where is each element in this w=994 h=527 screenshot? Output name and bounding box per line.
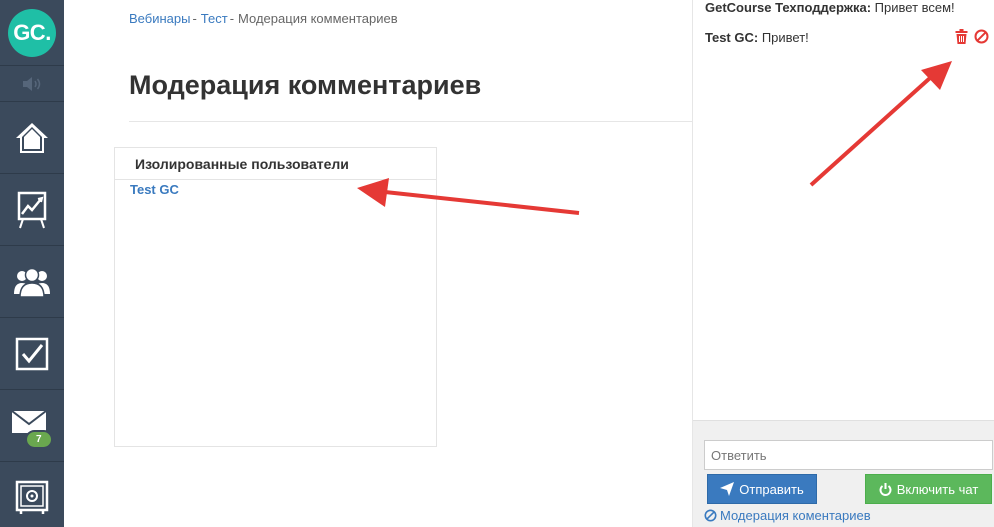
send-button[interactable]: Отправить xyxy=(707,474,817,504)
isolated-users-panel: Изолированные пользователи Test GC xyxy=(114,147,437,447)
logo[interactable]: GC. xyxy=(8,8,56,57)
chat-panel: GetCourse Техподдержка: Привет всем! Tes… xyxy=(692,0,994,527)
message-text: Привет! xyxy=(758,30,809,45)
users-icon xyxy=(14,267,50,298)
power-icon xyxy=(879,482,892,496)
moderation-link[interactable]: Модерация коментариев xyxy=(704,508,871,523)
chat-message: Test GC: Привет! xyxy=(705,30,809,45)
reply-input[interactable] xyxy=(704,440,993,470)
tasks-icon xyxy=(15,337,49,370)
ban-icon[interactable] xyxy=(974,29,989,44)
breadcrumb-separator: - xyxy=(229,11,235,26)
enable-chat-label: Включить чат xyxy=(896,481,979,497)
sidebar-item-home[interactable] xyxy=(0,102,64,174)
sidebar-item-stats[interactable] xyxy=(0,174,64,246)
send-button-label: Отправить xyxy=(739,481,804,497)
message-author: GetCourse Техподдержка: xyxy=(705,0,872,15)
message-author: Test GC: xyxy=(705,30,759,45)
message-actions xyxy=(955,29,989,44)
panel-header: Изолированные пользователи xyxy=(115,148,436,180)
message-text: Привет всем! xyxy=(871,0,955,15)
ban-icon xyxy=(704,509,717,522)
safe-icon xyxy=(15,480,49,514)
breadcrumb-webinars[interactable]: Вебинары xyxy=(129,11,190,26)
breadcrumb-separator: - xyxy=(192,11,197,26)
title-divider xyxy=(129,121,692,122)
paper-plane-icon xyxy=(720,482,735,496)
speaker-icon xyxy=(23,76,41,91)
page-title: Модерация комментариев xyxy=(129,70,482,100)
sidebar-item-mail[interactable]: 7 xyxy=(0,390,64,462)
chat-message: GetCourse Техподдержка: Привет всем! xyxy=(705,0,955,15)
sound-toggle[interactable] xyxy=(0,66,64,102)
sidebar-item-safe[interactable] xyxy=(0,462,64,527)
sidebar: GC. 7 xyxy=(0,0,64,527)
mail-count-badge: 7 xyxy=(25,430,53,449)
breadcrumb-current: Модерация комментариев xyxy=(238,11,398,26)
chat-footer: Отправить Включить чат Модерация комента… xyxy=(693,420,994,527)
stats-icon xyxy=(17,191,47,228)
moderation-link-label: Модерация коментариев xyxy=(720,508,871,523)
breadcrumb: Вебинары - Тест - Модерация комментариев xyxy=(129,11,398,26)
enable-chat-button[interactable]: Включить чат xyxy=(865,474,992,504)
sidebar-item-users[interactable] xyxy=(0,246,64,318)
isolated-user-link[interactable]: Test GC xyxy=(130,182,436,197)
trash-icon[interactable] xyxy=(955,29,968,44)
breadcrumb-test[interactable]: Тест xyxy=(201,11,228,26)
home-icon xyxy=(16,122,48,153)
logo-cell: GC. xyxy=(0,0,64,66)
sidebar-item-tasks[interactable] xyxy=(0,318,64,390)
